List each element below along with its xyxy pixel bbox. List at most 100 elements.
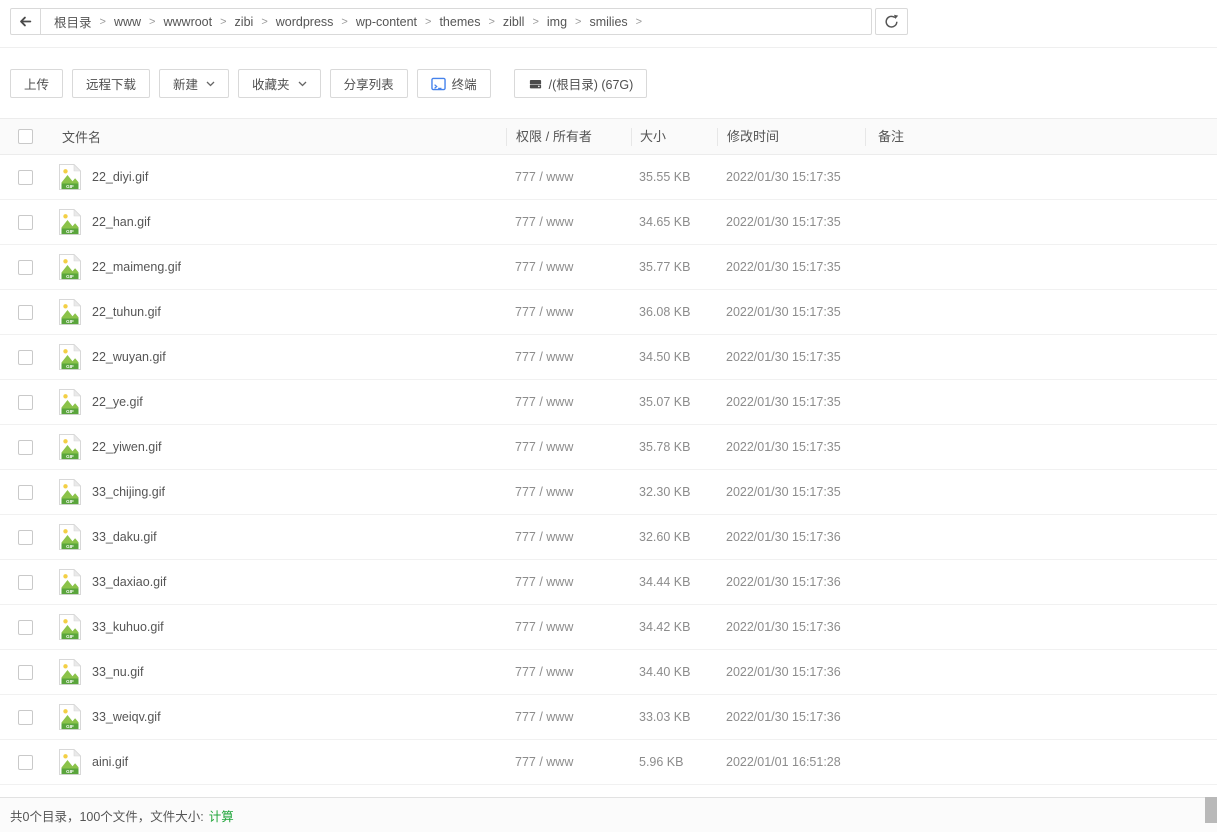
share-list-label: 分享列表 [344, 74, 394, 93]
new-button[interactable]: 新建 [159, 69, 229, 98]
breadcrumb-separator-icon: > [220, 16, 226, 28]
file-mtime-cell: 2022/01/30 15:17:36 [717, 530, 865, 544]
row-checkbox[interactable] [18, 485, 33, 500]
breadcrumb-item[interactable]: zibi [235, 15, 254, 29]
breadcrumb-item[interactable]: smilies [589, 15, 627, 29]
file-name-link[interactable]: 33_chijing.gif [92, 485, 165, 499]
file-name-cell: GIF 22_diyi.gif [48, 163, 506, 191]
file-size-cell: 35.78 KB [631, 440, 717, 454]
table-row[interactable]: GIF 22_yiwen.gif 777 / www 35.78 KB 2022… [0, 425, 1217, 470]
breadcrumb-item[interactable]: 根目录 [54, 12, 92, 31]
select-all-checkbox[interactable] [18, 129, 33, 144]
svg-text:GIF: GIF [66, 499, 74, 504]
table-row[interactable]: GIF 22_diyi.gif 777 / www 35.55 KB 2022/… [0, 155, 1217, 200]
table-row[interactable]: GIF 22_tuhun.gif 777 / www 36.08 KB 2022… [0, 290, 1217, 335]
row-checkbox[interactable] [18, 575, 33, 590]
file-mtime: 2022/01/30 15:17:36 [726, 530, 841, 544]
row-checkbox[interactable] [18, 530, 33, 545]
table-row[interactable]: GIF 33_chijing.gif 777 / www 32.30 KB 20… [0, 470, 1217, 515]
table-row[interactable]: GIF aini.gif 777 / www 5.96 KB 2022/01/0… [0, 740, 1217, 785]
file-name-link[interactable]: 33_daku.gif [92, 530, 157, 544]
row-checkbox[interactable] [18, 440, 33, 455]
breadcrumb-separator-icon: > [149, 16, 155, 28]
path-bar: 根目录 > www > wwwroot > zibi > wordpress >… [0, 0, 1217, 48]
file-name-link[interactable]: 22_diyi.gif [92, 170, 148, 184]
row-checkbox[interactable] [18, 350, 33, 365]
row-checkbox[interactable] [18, 710, 33, 725]
svg-text:GIF: GIF [66, 274, 74, 279]
file-name-link[interactable]: 22_wuyan.gif [92, 350, 166, 364]
footer-summary: 共0个目录，100个文件，文件大小: [10, 806, 204, 825]
remote-download-button[interactable]: 远程下载 [72, 69, 150, 98]
file-permissions-cell: 777 / www [506, 305, 631, 319]
select-all-cell [0, 129, 48, 144]
file-size: 33.03 KB [639, 710, 690, 724]
file-name-link[interactable]: 22_tuhun.gif [92, 305, 161, 319]
upload-button[interactable]: 上传 [10, 69, 63, 98]
row-checkbox[interactable] [18, 260, 33, 275]
refresh-button[interactable] [875, 8, 908, 35]
file-size-cell: 34.42 KB [631, 620, 717, 634]
table-row[interactable]: GIF 22_maimeng.gif 777 / www 35.77 KB 20… [0, 245, 1217, 290]
gif-file-icon: GIF [58, 523, 82, 551]
breadcrumb-separator-icon: > [636, 16, 642, 28]
favorites-button[interactable]: 收藏夹 [238, 69, 321, 98]
row-checkbox[interactable] [18, 215, 33, 230]
file-permissions: 777 / www [515, 665, 573, 679]
file-name-link[interactable]: 22_yiwen.gif [92, 440, 162, 454]
file-permissions-cell: 777 / www [506, 395, 631, 409]
column-header-size: 大小 [631, 128, 717, 146]
row-checkbox-cell [0, 755, 48, 770]
breadcrumb-item[interactable]: www [114, 15, 141, 29]
row-checkbox[interactable] [18, 170, 33, 185]
breadcrumb-item[interactable]: themes [439, 15, 480, 29]
file-size: 35.55 KB [639, 170, 690, 184]
table-row[interactable]: GIF 22_ye.gif 777 / www 35.07 KB 2022/01… [0, 380, 1217, 425]
terminal-icon [431, 77, 446, 91]
row-checkbox[interactable] [18, 305, 33, 320]
file-mtime-cell: 2022/01/30 15:17:35 [717, 260, 865, 274]
file-permissions: 777 / www [515, 260, 573, 274]
file-name-link[interactable]: 33_kuhuo.gif [92, 620, 164, 634]
file-name-link[interactable]: 22_maimeng.gif [92, 260, 181, 274]
row-checkbox[interactable] [18, 665, 33, 680]
share-list-button[interactable]: 分享列表 [330, 69, 408, 98]
row-checkbox[interactable] [18, 620, 33, 635]
disk-button[interactable]: /(根目录) (67G) [514, 69, 648, 98]
scrollbar-thumb[interactable] [1205, 797, 1217, 823]
file-mtime-cell: 2022/01/30 15:17:35 [717, 440, 865, 454]
file-name-cell: GIF 22_tuhun.gif [48, 298, 506, 326]
row-checkbox[interactable] [18, 395, 33, 410]
breadcrumb-item[interactable]: wwwroot [163, 15, 212, 29]
table-row[interactable]: GIF 33_weiqv.gif 777 / www 33.03 KB 2022… [0, 695, 1217, 740]
file-mtime: 2022/01/30 15:17:36 [726, 620, 841, 634]
file-size-cell: 5.96 KB [631, 755, 717, 769]
table-row[interactable]: GIF 33_daxiao.gif 777 / www 34.44 KB 202… [0, 560, 1217, 605]
breadcrumb-item[interactable]: wordpress [276, 15, 334, 29]
breadcrumb-item[interactable]: img [547, 15, 567, 29]
svg-text:GIF: GIF [66, 319, 74, 324]
row-checkbox[interactable] [18, 755, 33, 770]
file-name-link[interactable]: aini.gif [92, 755, 128, 769]
file-mtime: 2022/01/30 15:17:35 [726, 170, 841, 184]
breadcrumb-item[interactable]: zibll [503, 15, 525, 29]
file-name-link[interactable]: 33_nu.gif [92, 665, 143, 679]
terminal-button[interactable]: 终端 [417, 69, 491, 98]
gif-file-icon: GIF [58, 613, 82, 641]
file-permissions: 777 / www [515, 710, 573, 724]
breadcrumb-separator-icon: > [488, 16, 494, 28]
table-row[interactable]: GIF 33_kuhuo.gif 777 / www 34.42 KB 2022… [0, 605, 1217, 650]
table-row[interactable]: GIF 22_han.gif 777 / www 34.65 KB 2022/0… [0, 200, 1217, 245]
file-size: 35.07 KB [639, 395, 690, 409]
back-button[interactable] [11, 9, 41, 34]
calculate-link[interactable]: 计算 [209, 806, 234, 825]
table-row[interactable]: GIF 33_nu.gif 777 / www 34.40 KB 2022/01… [0, 650, 1217, 695]
file-name-link[interactable]: 22_ye.gif [92, 395, 143, 409]
file-name-link[interactable]: 22_han.gif [92, 215, 150, 229]
breadcrumb-item[interactable]: wp-content [356, 15, 417, 29]
file-name-link[interactable]: 33_weiqv.gif [92, 710, 161, 724]
file-permissions-cell: 777 / www [506, 260, 631, 274]
table-row[interactable]: GIF 22_wuyan.gif 777 / www 34.50 KB 2022… [0, 335, 1217, 380]
file-name-link[interactable]: 33_daxiao.gif [92, 575, 166, 589]
table-row[interactable]: GIF 33_daku.gif 777 / www 32.60 KB 2022/… [0, 515, 1217, 560]
